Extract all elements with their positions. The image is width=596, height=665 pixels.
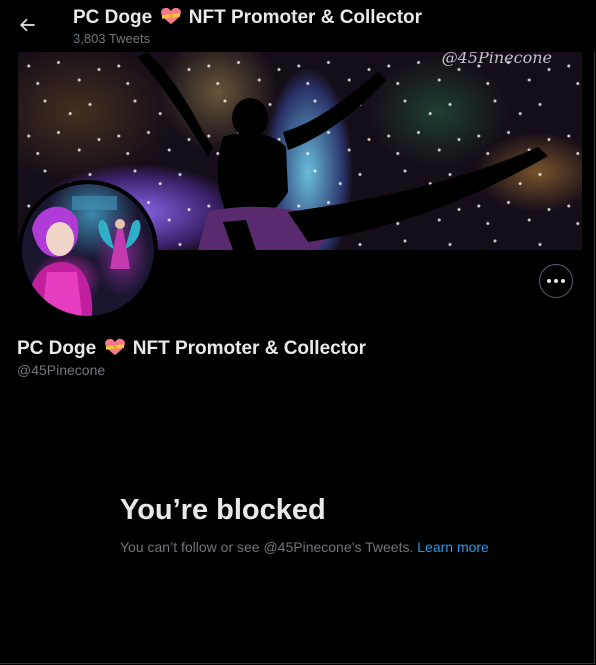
profile-handle: @45Pinecone xyxy=(17,362,106,378)
blocked-message: You can’t follow or see @45Pinecone’s Tw… xyxy=(120,539,414,555)
profile-name-suffix: NFT Promoter & Collector xyxy=(132,338,367,359)
header-title: PC Doge NFT Promoter & Collector xyxy=(73,7,422,29)
more-options-button[interactable] xyxy=(539,264,573,298)
avatar-image xyxy=(22,184,154,316)
profile-name-prefix: PC Doge xyxy=(17,338,97,359)
header-name-suffix: NFT Promoter & Collector xyxy=(188,7,423,28)
back-button[interactable] xyxy=(10,8,44,42)
header-name-prefix: PC Doge xyxy=(73,7,153,28)
heart-with-ribbon-icon xyxy=(161,7,182,25)
heart-with-ribbon-icon xyxy=(105,338,126,356)
profile-avatar[interactable] xyxy=(18,180,158,320)
blocked-title: You’re blocked xyxy=(120,494,326,526)
tweet-count: 3,803 Tweets xyxy=(73,31,151,46)
top-header: PC Doge NFT Promoter & Collector 3,803 T… xyxy=(0,0,596,52)
blocked-message-block: You can’t follow or see @45Pinecone’s Tw… xyxy=(120,537,490,557)
banner-watermark: @45Pinecone xyxy=(441,52,552,67)
more-horizontal-icon xyxy=(546,279,567,283)
learn-more-link[interactable]: Learn more xyxy=(417,539,489,555)
arrow-left-icon xyxy=(20,18,35,32)
profile-display-name: PC Doge NFT Promoter & Collector xyxy=(17,338,366,360)
